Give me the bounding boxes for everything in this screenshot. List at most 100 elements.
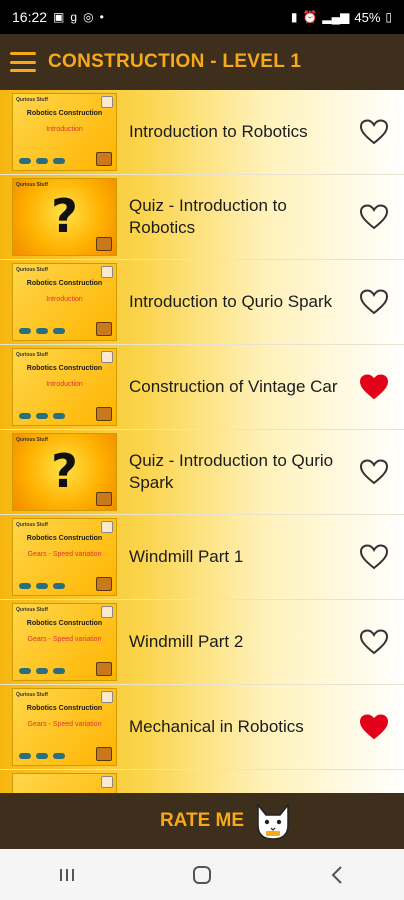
lock-icon: ▮ bbox=[290, 10, 298, 24]
favorite-filled-heart-icon[interactable] bbox=[360, 374, 388, 400]
lesson-list[interactable]: Qurious Stuff Robotics Construction Introd… bbox=[0, 90, 404, 793]
robot-car-icon bbox=[36, 668, 48, 674]
thumbnail-logo: Qurious Stuff bbox=[16, 267, 48, 273]
status-right: ▮ ⏰ ▂▄▆ 45% ▯ bbox=[291, 10, 392, 25]
home-icon bbox=[192, 865, 211, 884]
presenter-avatar bbox=[101, 96, 113, 108]
lesson-row[interactable]: Qurious Stuff Robotics Construction Gears … bbox=[0, 600, 404, 685]
thumbnail-subtitle: Introduction bbox=[46, 126, 83, 133]
app-bar: CONSTRUCTION - LEVEL 1 bbox=[0, 34, 404, 90]
lesson-row[interactable]: Qurious Stuff? Quiz - Introduction to Rob… bbox=[0, 175, 404, 260]
lesson-thumbnail[interactable]: Qurious Stuff Robotics Construction Introd… bbox=[12, 93, 117, 171]
presenter-avatar bbox=[101, 351, 113, 363]
robot-car-icon bbox=[19, 753, 31, 759]
toolbox-icon bbox=[96, 407, 112, 421]
toolbox-icon bbox=[96, 152, 112, 166]
thumbnail-logo: Qurious Stuff bbox=[16, 352, 48, 358]
battery-icon: ▯ bbox=[385, 10, 392, 24]
lesson-row[interactable]: Qurious Stuff Robotics Construction Introd… bbox=[0, 260, 404, 345]
back-button[interactable] bbox=[317, 855, 357, 895]
lesson-title: Introduction to Qurio Spark bbox=[129, 292, 333, 311]
thumbnail-subtitle: Introduction bbox=[46, 381, 83, 388]
lesson-row[interactable]: Qurious Stuff Robotics Construction Introd… bbox=[0, 345, 404, 430]
recent-apps-icon bbox=[60, 868, 75, 881]
dot-icon: • bbox=[99, 10, 104, 24]
lesson-row[interactable]: Qurious Stuff Robotics Construction Gears … bbox=[0, 515, 404, 600]
hamburger-menu-icon[interactable] bbox=[10, 52, 36, 72]
lesson-row[interactable]: Qurious Stuff Robotics Construction Gears … bbox=[0, 685, 404, 770]
lesson-thumbnail[interactable]: Qurious Stuff Robotics Construction Gears … bbox=[12, 603, 117, 681]
robot-car-icon bbox=[19, 413, 31, 419]
back-icon bbox=[331, 865, 342, 884]
robot-car-icon bbox=[19, 328, 31, 334]
rate-me-button[interactable]: RATE ME bbox=[160, 810, 244, 832]
battery-level: 45% bbox=[354, 9, 381, 25]
robot-car-icon bbox=[19, 668, 31, 674]
robot-car-icon bbox=[36, 413, 48, 419]
lesson-thumbnail[interactable]: Qurious Stuff? bbox=[12, 178, 117, 256]
presenter-avatar bbox=[101, 266, 113, 278]
robot-car-icon bbox=[53, 753, 65, 759]
robot-car-icons bbox=[19, 158, 65, 164]
toolbox-icon bbox=[96, 322, 112, 336]
thumbnail-title: Robotics Construction bbox=[26, 705, 103, 712]
robot-car-icons bbox=[19, 328, 65, 334]
robot-car-icon bbox=[19, 158, 31, 164]
thumbnail-title: Robotics Construction bbox=[26, 365, 103, 372]
thumbnail-title: Robotics Construction bbox=[26, 110, 103, 117]
robot-car-icon bbox=[19, 583, 31, 589]
image-notification-icon: ▣ bbox=[53, 10, 65, 24]
thumbnail-logo: Qurious Stuff bbox=[16, 182, 48, 188]
system-nav-bar bbox=[0, 849, 404, 900]
thumbnail-logo: Qurious Stuff bbox=[16, 522, 48, 528]
lesson-thumbnail[interactable]: Qurious Stuff Robotics Construction Introd… bbox=[12, 263, 117, 341]
thumbnail-logo: Qurious Stuff bbox=[16, 97, 48, 103]
favorite-outline-heart-icon[interactable] bbox=[360, 459, 388, 485]
thumbnail-title: Robotics Construction bbox=[26, 535, 103, 542]
favorite-outline-heart-icon[interactable] bbox=[360, 204, 388, 230]
question-mark-icon: ? bbox=[51, 444, 78, 498]
robot-car-icon bbox=[53, 328, 65, 334]
thumbnail-subtitle: Gears - Speed variation bbox=[27, 721, 102, 728]
cat-mascot-icon[interactable] bbox=[252, 801, 294, 843]
home-button[interactable] bbox=[182, 855, 222, 895]
page-title: CONSTRUCTION - LEVEL 1 bbox=[48, 51, 302, 72]
robot-car-icon bbox=[36, 583, 48, 589]
lesson-title: Quiz - Introduction to Qurio Spark bbox=[129, 451, 334, 492]
rate-bar[interactable]: RATE ME bbox=[0, 793, 404, 849]
lesson-title: Quiz - Introduction to Robotics bbox=[129, 196, 287, 237]
favorite-outline-heart-icon[interactable] bbox=[360, 289, 388, 315]
thumbnail-subtitle: Gears - Speed variation bbox=[27, 636, 102, 643]
alarm-icon: ⏰ bbox=[302, 10, 318, 24]
lesson-title: Windmill Part 1 bbox=[129, 547, 244, 566]
recent-apps-button[interactable] bbox=[47, 855, 87, 895]
lesson-row-partial[interactable] bbox=[0, 770, 404, 793]
robot-car-icons bbox=[19, 668, 65, 674]
lesson-thumbnail[interactable] bbox=[12, 773, 117, 793]
robot-car-icon bbox=[36, 753, 48, 759]
lesson-thumbnail[interactable]: Qurious Stuff Robotics Construction Gears … bbox=[12, 688, 117, 766]
favorite-filled-heart-icon[interactable] bbox=[360, 714, 388, 740]
robot-car-icons bbox=[19, 413, 65, 419]
presenter-avatar bbox=[101, 776, 113, 788]
lesson-thumbnail[interactable]: Qurious Stuff Robotics Construction Gears … bbox=[12, 518, 117, 596]
toolbox-icon bbox=[96, 577, 112, 591]
presenter-avatar bbox=[101, 606, 113, 618]
lesson-row[interactable]: Qurious Stuff? Quiz - Introduction to Qur… bbox=[0, 430, 404, 515]
status-time: 16:22 bbox=[12, 9, 48, 25]
favorite-outline-heart-icon[interactable] bbox=[360, 119, 388, 145]
robot-car-icon bbox=[53, 583, 65, 589]
toolbox-icon bbox=[96, 492, 112, 506]
thumbnail-logo: Qurious Stuff bbox=[16, 437, 48, 443]
robot-car-icon bbox=[53, 413, 65, 419]
thumbnail-subtitle: Introduction bbox=[46, 296, 83, 303]
toolbox-icon bbox=[96, 662, 112, 676]
lesson-thumbnail[interactable]: Qurious Stuff? bbox=[12, 433, 117, 511]
lesson-row[interactable]: Qurious Stuff Robotics Construction Introd… bbox=[0, 90, 404, 175]
favorite-outline-heart-icon[interactable] bbox=[360, 544, 388, 570]
thumbnail-logo: Qurious Stuff bbox=[16, 692, 48, 698]
toolbox-icon bbox=[96, 237, 112, 251]
favorite-outline-heart-icon[interactable] bbox=[360, 629, 388, 655]
robot-car-icon bbox=[36, 328, 48, 334]
lesson-thumbnail[interactable]: Qurious Stuff Robotics Construction Introd… bbox=[12, 348, 117, 426]
